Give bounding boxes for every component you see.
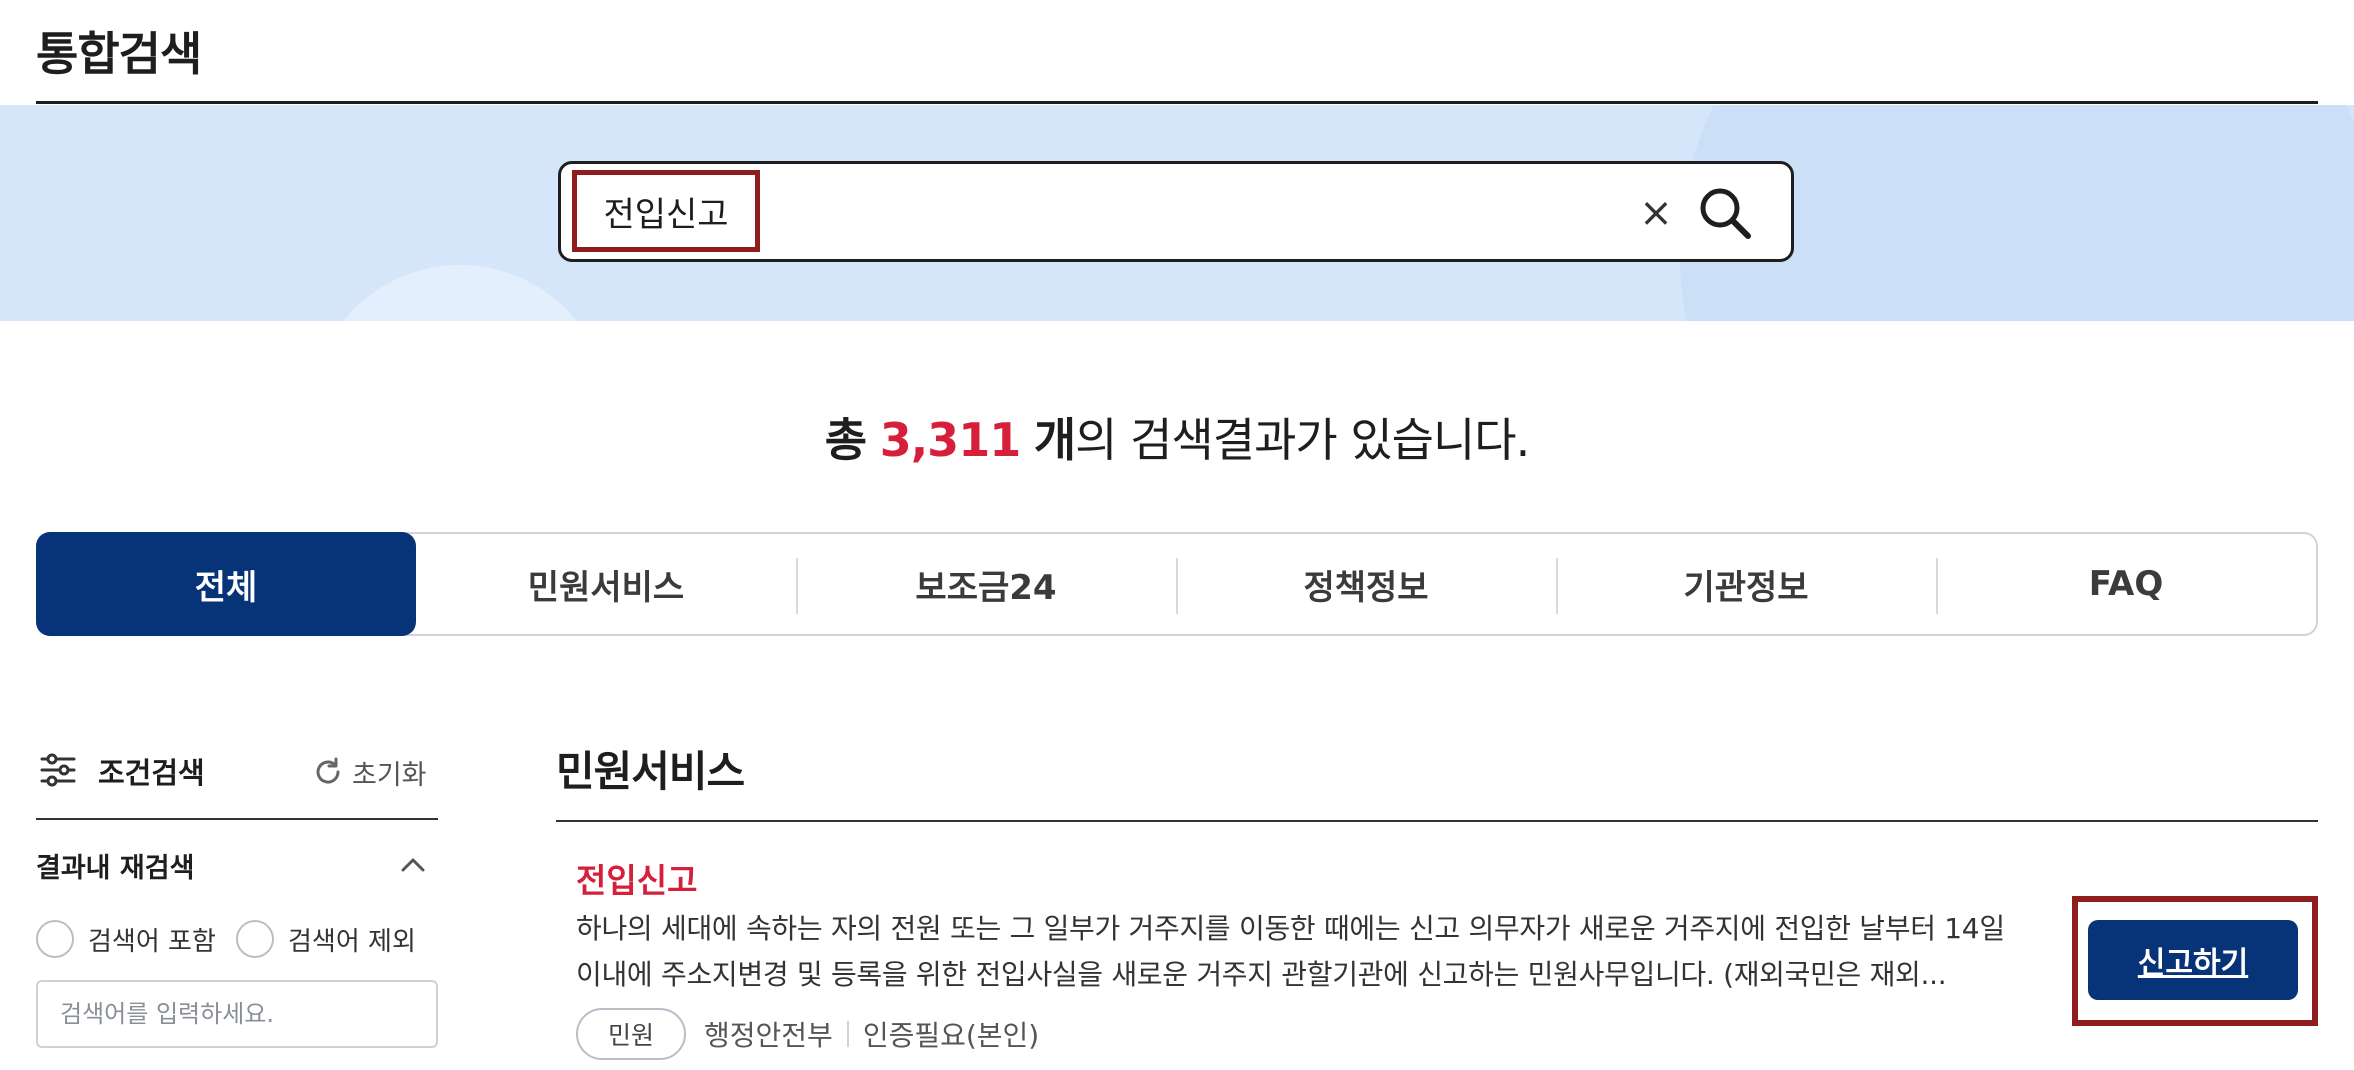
result-meta: 민원 행정안전부 인증필요(본인)	[576, 1008, 1039, 1060]
exclude-keyword-label: 검색어 제외	[288, 926, 416, 957]
tab-agency-info[interactable]: 기관정보	[1556, 534, 1936, 634]
clear-search-button[interactable]: ×	[1636, 188, 1676, 238]
category-tabs: 전체 민원서비스 보조금24 정책정보 기관정보 FAQ	[36, 532, 2318, 636]
refresh-icon	[316, 757, 340, 784]
search-button[interactable]	[1696, 184, 1754, 242]
section-title: 민원서비스	[556, 747, 745, 796]
result-tag: 민원	[576, 1008, 686, 1060]
filter-header: 조건검색 초기화	[36, 740, 438, 800]
summary-prefix: 총	[824, 413, 867, 467]
result-auth: 인증필요(본인)	[862, 1019, 1040, 1052]
apply-button[interactable]: 신고하기	[2088, 920, 2298, 1000]
meta-separator	[846, 1021, 849, 1047]
radio-circle[interactable]	[236, 920, 274, 958]
exclude-keyword-radio[interactable]: 검색어 제외	[236, 920, 416, 958]
result-summary: 총 3,311 개의 검색결과가 있습니다.	[0, 404, 2354, 470]
reset-button[interactable]: 초기화	[312, 752, 427, 792]
search-query-text[interactable]: 전입신고	[572, 170, 760, 252]
result-title-link[interactable]: 전입신고	[576, 854, 697, 902]
title-divider	[36, 101, 2318, 104]
research-title: 결과내 재검색	[36, 853, 195, 884]
result-description: 하나의 세대에 속하는 자의 전원 또는 그 일부가 거주지를 이동한 때에는 …	[576, 912, 2005, 991]
tab-policy-info[interactable]: 정책정보	[1176, 534, 1556, 634]
radio-circle[interactable]	[36, 920, 74, 958]
result-count: 3,311	[879, 413, 1022, 467]
filter-divider	[36, 818, 438, 820]
sliders-icon	[40, 753, 76, 787]
section-divider	[556, 820, 2318, 822]
research-input[interactable]	[36, 980, 438, 1048]
search-icon	[1700, 188, 1751, 239]
include-keyword-radio[interactable]: 검색어 포함	[36, 920, 216, 958]
banner-decoration	[310, 265, 610, 321]
tab-faq[interactable]: FAQ	[1936, 534, 2316, 634]
filter-title: 조건검색	[98, 756, 205, 790]
tab-subsidy24[interactable]: 보조금24	[796, 534, 1176, 634]
summary-suffix: 의 검색결과가 있습니다.	[1075, 413, 1530, 467]
tab-all[interactable]: 전체	[36, 532, 416, 636]
chevron-up-icon[interactable]	[398, 852, 428, 876]
include-keyword-label: 검색어 포함	[88, 926, 216, 957]
page-title: 통합검색	[36, 27, 202, 81]
summary-unit: 개	[1033, 413, 1076, 467]
tab-civil-service[interactable]: 민원서비스	[416, 534, 796, 634]
result-agency: 행정안전부	[704, 1019, 833, 1052]
reset-label: 초기화	[352, 759, 427, 791]
